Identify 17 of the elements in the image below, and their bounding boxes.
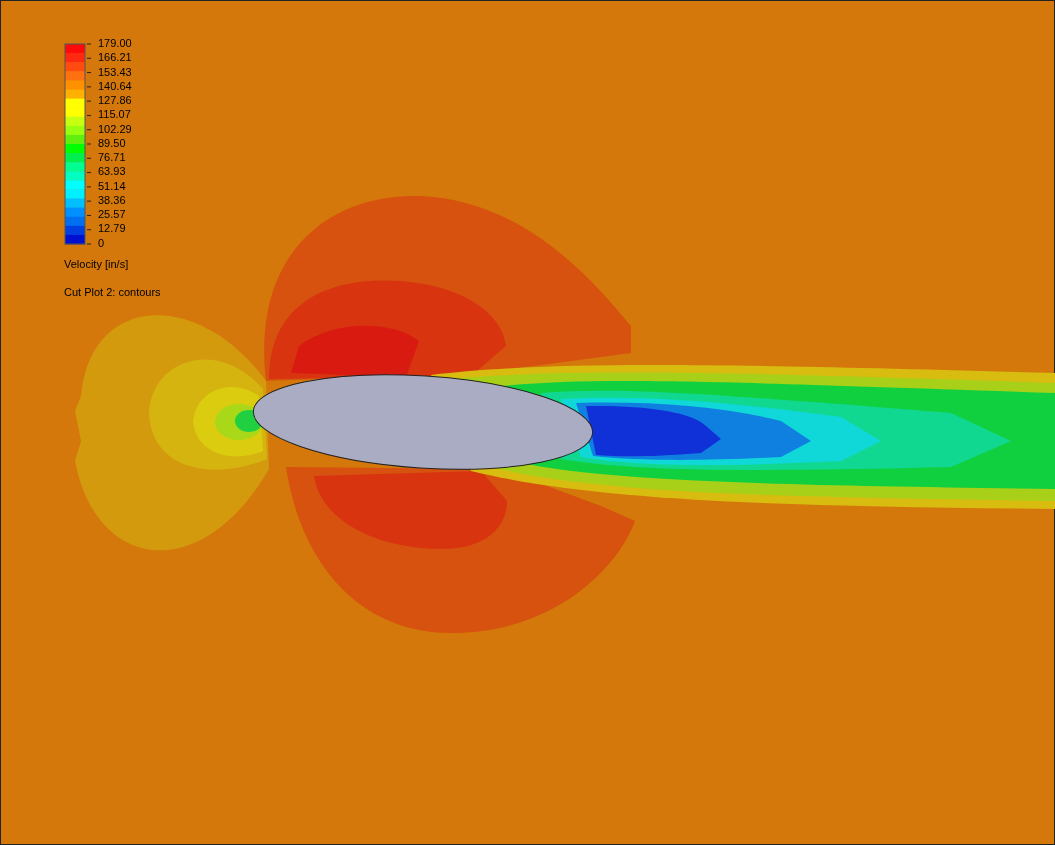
scale-tick-label: 76.71 (98, 150, 127, 165)
legend-title: Velocity [in/s] (64, 257, 130, 271)
scale-tick-label: 25.57 (98, 207, 127, 222)
scale-tick-label: 115.07 (98, 107, 132, 122)
scale-tick-label: 63.93 (98, 164, 127, 179)
scale-tick-label: 38.36 (98, 192, 127, 208)
scale-tick-label: 153.43 (98, 64, 132, 79)
scale-tick-label: 179.00 (98, 36, 132, 51)
plot-caption: Cut Plot 2: contours (64, 285, 161, 299)
scale-tick-label: 127.86 (98, 93, 132, 108)
scale-tick-label: 166.21 (98, 50, 132, 65)
scale-tick-label: 102.29 (98, 121, 132, 136)
scale-tick-label: 0 (98, 235, 106, 250)
scale-tick-label: 89.50 (98, 135, 127, 151)
scale-tick-label: 140.64 (98, 78, 132, 94)
scale-tick-label: 12.79 (98, 221, 127, 236)
scale-tick-label: 51.14 (98, 178, 127, 193)
